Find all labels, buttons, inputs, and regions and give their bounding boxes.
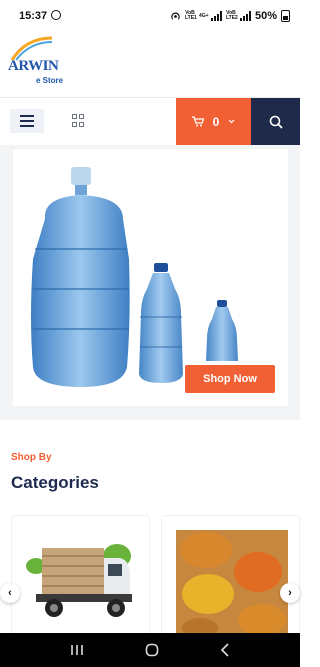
grid-view-icon[interactable] [72,114,85,127]
status-time: 15:37 [19,10,48,22]
hamburger-icon [20,115,34,117]
status-icons: VoB LTE1 4G+ VoB LTE2 50% [170,10,290,22]
hotspot-icon [171,12,180,20]
section-title: Categories [11,473,99,492]
carousel-prev-button[interactable]: ‹ [0,583,20,603]
battery-percent: 50% [254,10,277,22]
menu-button[interactable] [10,109,44,133]
network-label-2: 4G+ [198,12,209,19]
section-kicker: Shop By [11,452,52,463]
category-card-truck[interactable] [11,515,150,635]
search-icon [269,115,283,129]
spices-image [176,530,288,634]
battery-icon [281,10,290,22]
back-icon[interactable] [220,643,230,657]
network-label-1: VoB LTE1 [184,10,197,21]
category-card-spices[interactable] [161,515,300,635]
chevron-right-icon: › [288,587,292,599]
logo-brand: ARWIN [8,58,59,74]
signal-icon-2 [239,11,251,21]
signal-icon [210,11,222,21]
chevron-left-icon: ‹ [8,587,12,599]
status-bar: 15:37 VoB LTE1 4G+ VoB LTE2 50% [0,0,300,34]
cart-count: 0 [212,114,220,129]
whatsapp-icon [51,10,61,20]
delivery-truck-image [26,544,132,617]
carousel-next-button[interactable]: › [280,583,300,603]
shop-now-button[interactable]: Shop Now [185,365,275,393]
logo-subtitle: e Store [36,76,64,85]
cart-button[interactable]: 0 [176,98,251,145]
recent-apps-icon[interactable] [70,644,84,656]
search-button[interactable] [251,98,300,145]
chevron-down-icon [228,119,235,124]
network-label-3: VoB LTE2 [225,10,238,21]
home-icon[interactable] [145,643,159,657]
store-logo[interactable]: ARWIN e Store [6,36,66,86]
cart-icon [191,116,204,127]
android-nav-bar [0,633,300,667]
